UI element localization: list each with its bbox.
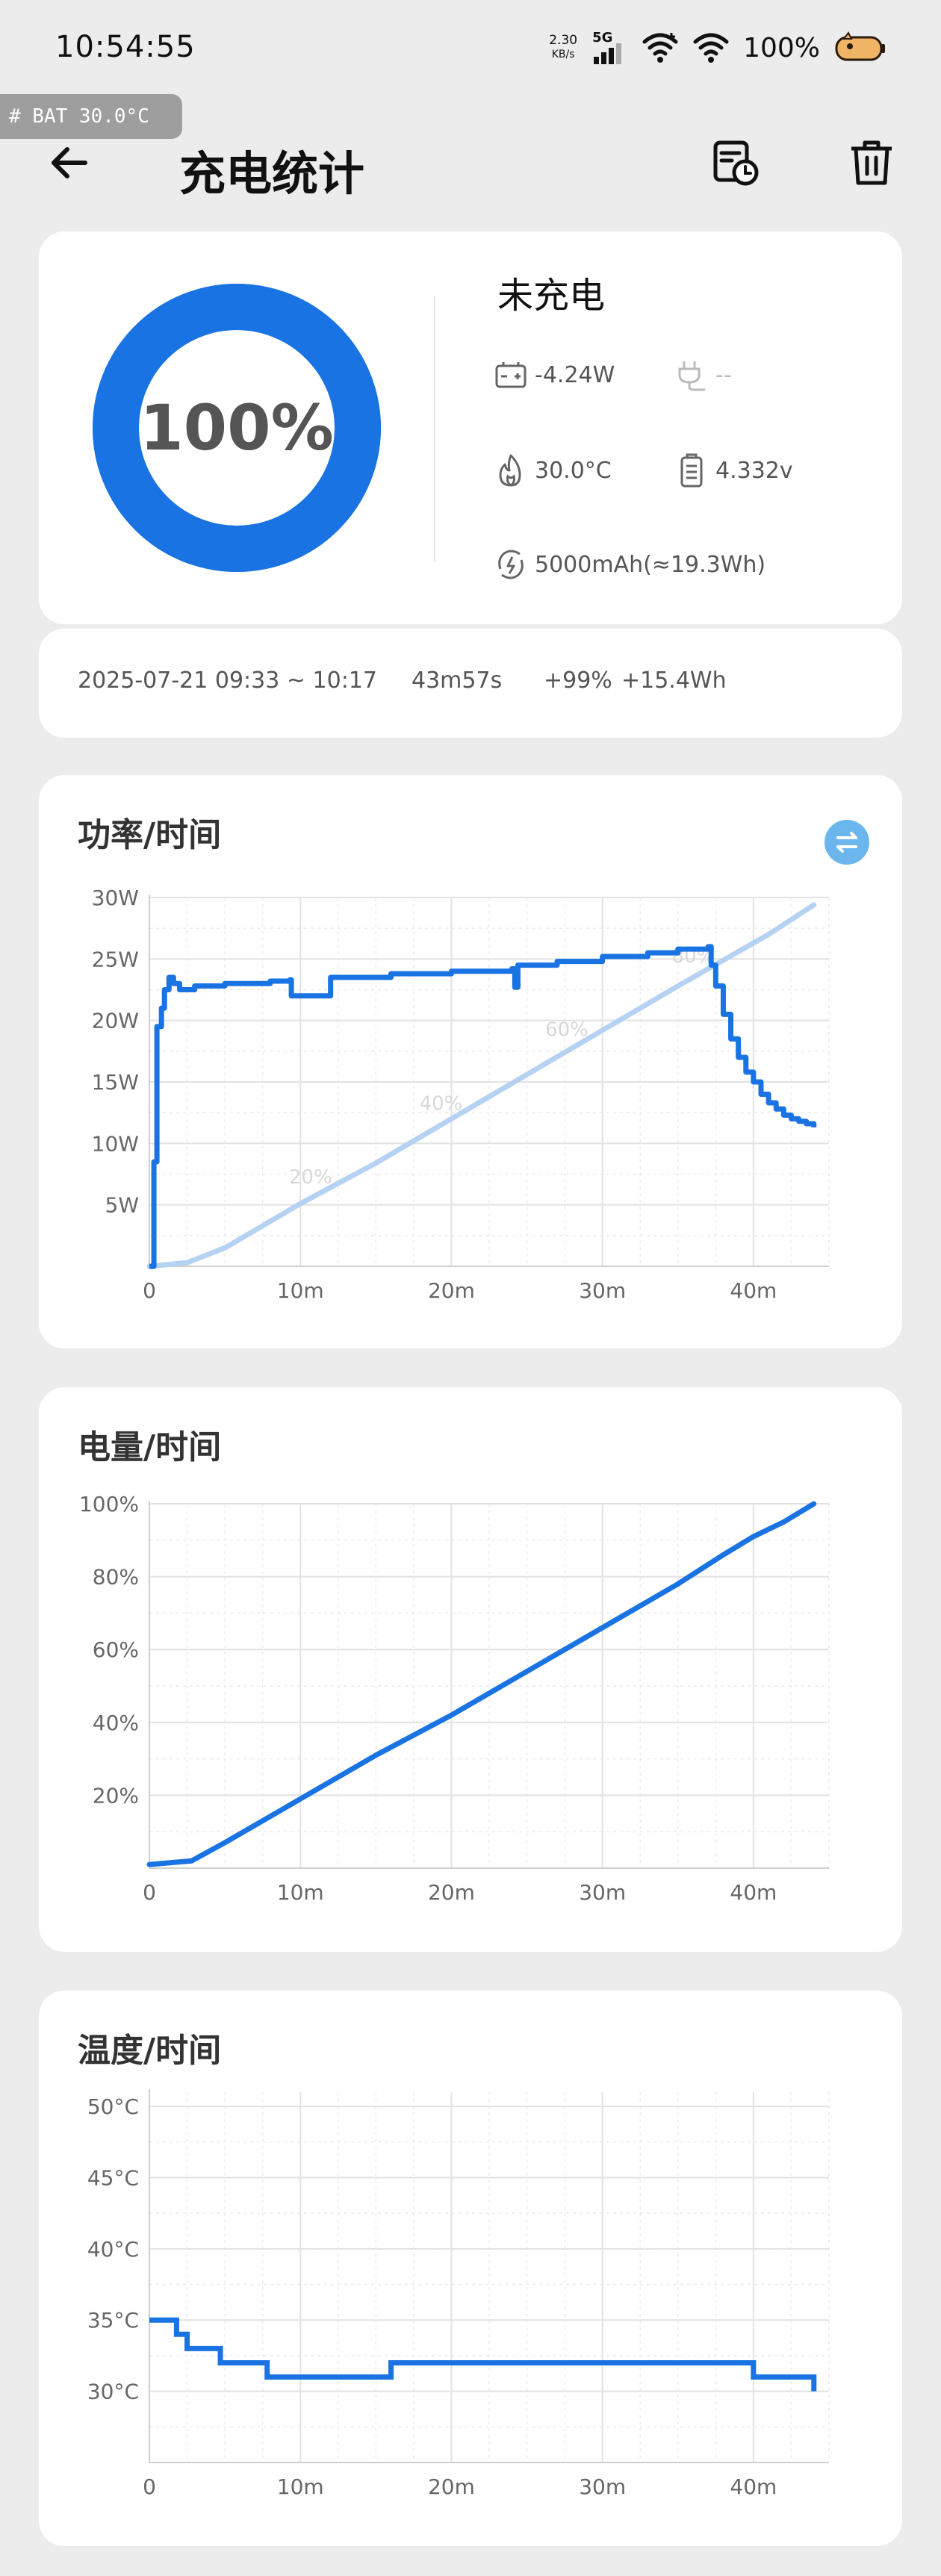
calendar-clock-icon bbox=[713, 140, 759, 186]
overview-divider bbox=[434, 296, 435, 561]
capacity-info: 5000mAh(≈19.3Wh) bbox=[494, 548, 765, 581]
level-chart-card: 0 10m 20m 30m 40m 20% 40% 60% 80% 100% 电量/时间 bbox=[39, 1387, 902, 1952]
battery-icon bbox=[675, 453, 708, 488]
temperature-value: 30.0°C bbox=[535, 457, 612, 484]
power-line bbox=[149, 944, 817, 1269]
y-tick-label: 5W bbox=[105, 1193, 140, 1218]
y-tick-label: 30W bbox=[92, 886, 139, 910]
power-info: -4.24W bbox=[494, 358, 615, 391]
back-button[interactable] bbox=[39, 133, 99, 193]
status-bar: 10:54:55 2.30 KB/s 5G 100% bbox=[0, 0, 941, 90]
power-chart-title: 功率/时间 bbox=[78, 816, 222, 854]
delete-button[interactable] bbox=[842, 133, 901, 193]
x-tick-label: 10m bbox=[277, 1278, 324, 1303]
signal-icon: 5G bbox=[591, 27, 628, 69]
cycle-icon bbox=[494, 548, 527, 581]
battery-overview-card: 100% 未充电 -4.24W -- 30.0°C 4.332v 5000mAh… bbox=[39, 231, 902, 624]
page-title: 充电统计 bbox=[179, 146, 365, 201]
trash-icon bbox=[851, 140, 892, 185]
voltage-value: 4.332v bbox=[715, 457, 793, 484]
percent-overlay-label: 40% bbox=[420, 1092, 463, 1115]
x-tick-label: 40m bbox=[730, 2474, 777, 2499]
charger-info: -- bbox=[675, 358, 732, 391]
charger-value: -- bbox=[715, 361, 732, 388]
wifi-plus-icon bbox=[642, 33, 678, 63]
session-duration: 43m57s bbox=[412, 668, 503, 694]
status-time: 10:54:55 bbox=[55, 30, 196, 64]
x-tick-label: 0 bbox=[143, 1880, 156, 1905]
y-tick-label: 60% bbox=[93, 1637, 139, 1662]
x-tick-label: 30m bbox=[579, 1278, 626, 1303]
y-tick-label: 15W bbox=[92, 1070, 139, 1095]
temperature-chart-card: 0 10m 20m 30m 40m 30°C 35°C 40°C 45°C 50°C 温度/时间 bbox=[39, 1991, 902, 2546]
power-chart-card: 0 10m 20m 30m 40m 5W 10W 15W 20W 25W 30W 20% 40% 60% 8… bbox=[39, 775, 902, 1348]
status-icons: 2.30 KB/s 5G 100% bbox=[549, 27, 887, 69]
app-header: 充电统计 bbox=[0, 127, 941, 209]
x-tick-label: 20m bbox=[428, 1880, 475, 1905]
y-tick-label: 10W bbox=[92, 1131, 139, 1156]
x-tick-label: 10m bbox=[277, 1880, 324, 1905]
net-speed-unit: KB/s bbox=[551, 49, 575, 60]
net-speed-value: 2.30 bbox=[549, 33, 578, 48]
temperature-chart: 0 10m 20m 30m 40m 30°C 35°C 40°C 45°C 50°C bbox=[87, 2089, 830, 2499]
x-tick-label: 30m bbox=[579, 2474, 626, 2499]
x-tick-label: 10m bbox=[277, 2474, 324, 2499]
y-tick-label: 100% bbox=[79, 1492, 139, 1516]
swap-series-button[interactable] bbox=[824, 820, 869, 865]
percent-overlay-label: 20% bbox=[289, 1166, 332, 1189]
charge-status: 未充电 bbox=[497, 275, 606, 317]
y-tick-label: 25W bbox=[92, 947, 139, 971]
session-summary-card[interactable]: 2025-07-21 09:33 ~ 10:17 43m57s +99% +15… bbox=[39, 629, 902, 738]
temperature-info: 30.0°C bbox=[494, 454, 612, 487]
voltage-info: 4.332v bbox=[675, 453, 793, 488]
battery-level-ring: 100% bbox=[93, 284, 381, 572]
arrow-left-icon bbox=[52, 147, 87, 178]
y-tick-label: 80% bbox=[93, 1565, 139, 1590]
y-tick-label: 40°C bbox=[87, 2237, 139, 2262]
wifi-icon bbox=[693, 33, 729, 63]
power-chart: 0 10m 20m 30m 40m5W10W15W20W25W30W20%40%60%8… bbox=[92, 886, 830, 1303]
level-chart: 0 10m 20m 30m 40m 20% 40% 60% 80% 100% bbox=[79, 1492, 830, 1905]
x-tick-label: 0 bbox=[143, 2474, 156, 2499]
y-tick-label: 45°C bbox=[87, 2165, 139, 2190]
flame-icon bbox=[494, 454, 527, 487]
x-tick-label: 40m bbox=[730, 1880, 777, 1905]
history-button[interactable] bbox=[706, 133, 765, 193]
y-tick-label: 40% bbox=[93, 1711, 139, 1735]
x-tick-label: 40m bbox=[730, 1278, 777, 1303]
net-speed: 2.30 KB/s bbox=[549, 34, 577, 62]
status-battery-percent: 100% bbox=[743, 32, 820, 63]
percent-overlay-label: 60% bbox=[545, 1019, 588, 1042]
plug-icon bbox=[675, 358, 708, 391]
x-tick-label: 20m bbox=[428, 1278, 475, 1303]
battery-charge-icon bbox=[494, 358, 527, 391]
y-tick-label: 20% bbox=[93, 1783, 139, 1808]
y-tick-label: 50°C bbox=[87, 2094, 139, 2119]
battery-level-text: 100% bbox=[140, 391, 334, 464]
swap-icon bbox=[836, 832, 857, 853]
session-percent-gain: +99% bbox=[544, 668, 612, 694]
session-energy-gain: +15.4Wh bbox=[621, 668, 727, 694]
y-tick-label: 30°C bbox=[87, 2380, 139, 2404]
power-value: -4.24W bbox=[535, 361, 615, 388]
level-line bbox=[146, 1501, 817, 1867]
y-tick-label: 20W bbox=[92, 1009, 139, 1033]
x-tick-label: 30m bbox=[579, 1880, 626, 1905]
level-chart-title: 电量/时间 bbox=[78, 1428, 222, 1466]
y-tick-label: 35°C bbox=[87, 2308, 139, 2333]
battery-fox-icon bbox=[835, 31, 885, 61]
x-tick-label: 20m bbox=[428, 2474, 475, 2499]
x-tick-label: 0 bbox=[143, 1278, 156, 1303]
session-time-range: 2025-07-21 09:33 ~ 10:17 bbox=[78, 668, 378, 694]
capacity-value: 5000mAh(≈19.3Wh) bbox=[535, 551, 766, 578]
temperature-chart-title: 温度/时间 bbox=[78, 2032, 222, 2070]
